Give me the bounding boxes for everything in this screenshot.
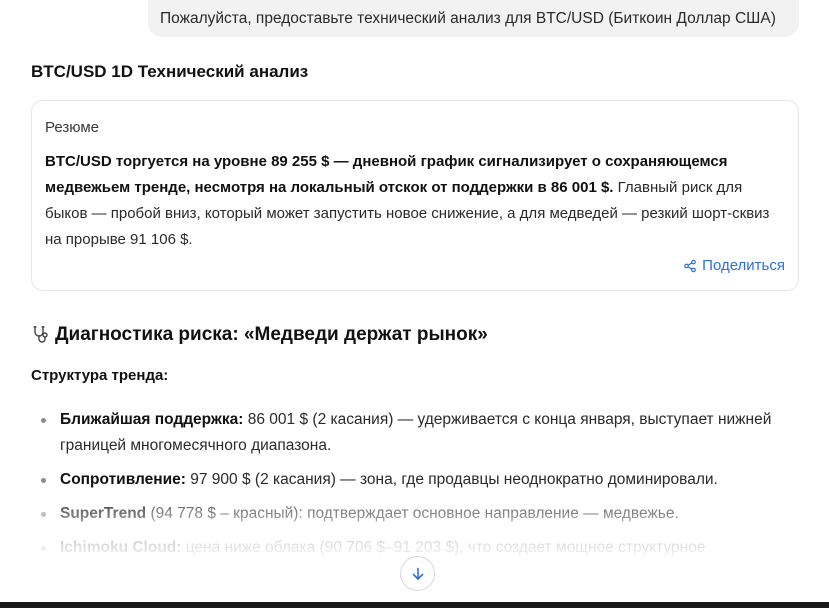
trend-bullet-list: Ближайшая поддержка: 86 001 $ (2 касания…	[31, 407, 801, 569]
user-message-bubble: Пожалуйста, предоставьте технический ана…	[148, 0, 799, 37]
bullet-text: (94 778 $ – красный): подтверждает основ…	[146, 505, 679, 522]
risk-heading-text: Диагностика риска: «Медведи держат рынок…	[55, 324, 488, 345]
list-item: Ближайшая поддержка: 86 001 $ (2 касания…	[31, 407, 801, 459]
bullet-term: Ichimoku Cloud:	[60, 539, 182, 556]
bullet-text: 97 900 $ (2 касания) — зона, где продавц…	[185, 471, 718, 488]
bullet-term: Сопротивление:	[60, 471, 186, 488]
window-bottom-edge	[0, 602, 829, 608]
list-item: SuperTrend (94 778 $ – красный): подтвер…	[31, 501, 801, 527]
share-label: Поделиться	[702, 257, 785, 274]
scroll-down-button[interactable]	[400, 556, 435, 591]
bullet-term: SuperTrend	[60, 505, 147, 522]
analysis-title: BTC/USD 1D Технический анализ	[31, 62, 309, 81]
bullet-term: Ближайшая поддержка:	[60, 411, 244, 428]
stethoscope-icon	[33, 326, 48, 343]
trend-structure-label: Структура тренда:	[31, 367, 169, 384]
summary-text: BTC/USD торгуется на уровне 89 255 $ — д…	[45, 149, 785, 253]
summary-label: Резюме	[45, 119, 99, 136]
share-icon	[684, 259, 697, 272]
bullet-text: цена ниже облака (90 706 $–91 203 $), чт…	[181, 539, 706, 556]
list-item: Сопротивление: 97 900 $ (2 касания) — зо…	[31, 467, 801, 493]
arrow-down-icon	[412, 567, 423, 580]
risk-heading: Диагностика риска: «Медведи держат рынок…	[31, 324, 488, 346]
chat-page: Пожалуйста, предоставьте технический ана…	[0, 0, 829, 608]
share-button[interactable]: Поделиться	[683, 257, 785, 274]
summary-card: Резюме BTC/USD торгуется на уровне 89 25…	[31, 100, 799, 291]
user-message-text: Пожалуйста, предоставьте технический ана…	[160, 9, 776, 27]
